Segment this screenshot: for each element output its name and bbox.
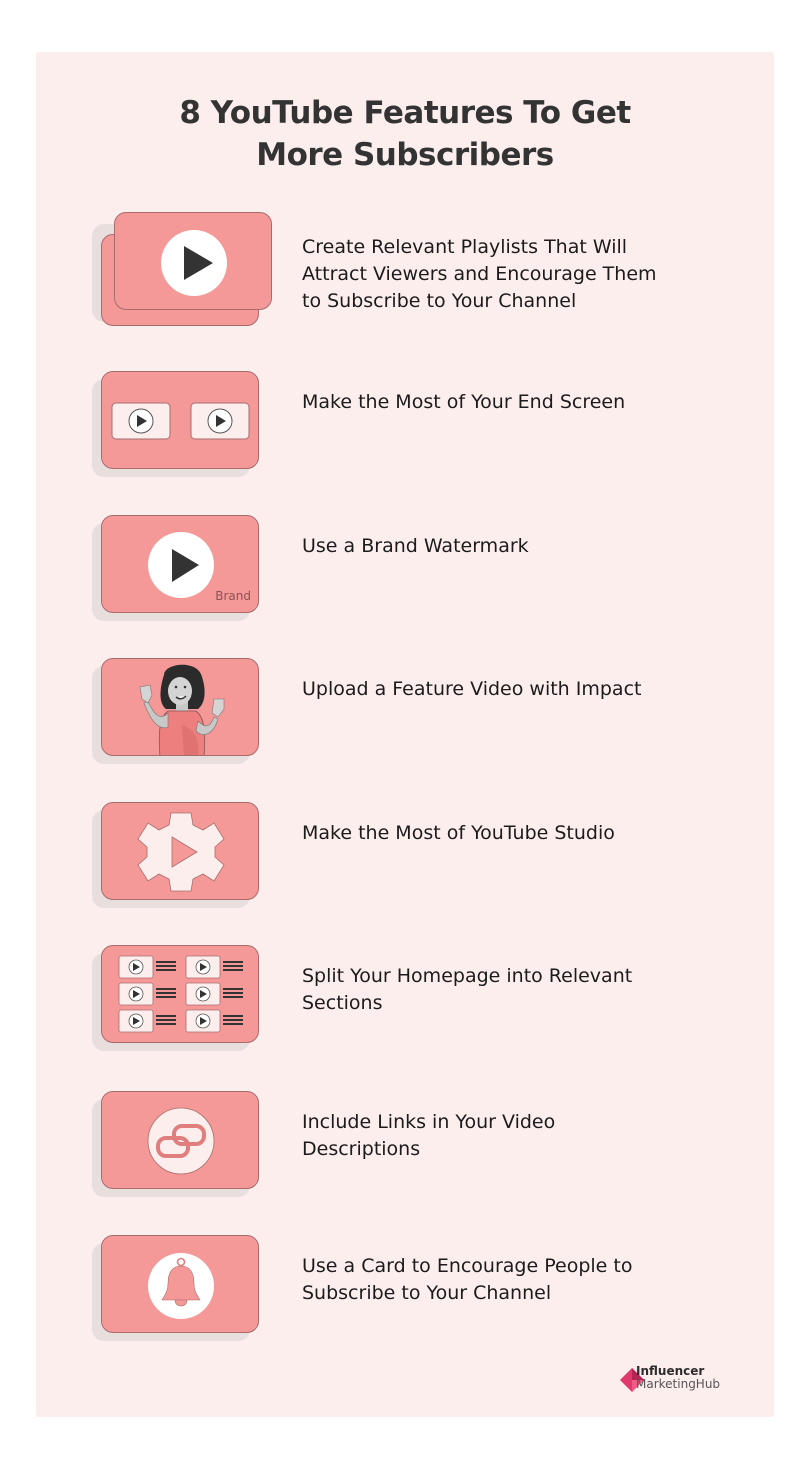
feature-label-line: to Subscribe to Your Channel — [302, 290, 577, 312]
feature-label: Upload a Feature Video with Impact — [302, 678, 642, 700]
feature-item: Create Relevant Playlists That Will Attr… — [92, 212, 732, 326]
feature-label: Use a Card to Encourage People to Subscr… — [302, 1253, 722, 1307]
section-video-tile — [185, 982, 243, 1006]
section-video-tile — [118, 955, 176, 979]
feature-label-line: Create Relevant Playlists That Will — [302, 236, 628, 258]
feature-label: Make the Most of Your End Screen — [302, 391, 626, 413]
feature-label-line: Descriptions — [302, 1138, 421, 1160]
brand-watermark-text: Brand — [215, 589, 251, 603]
feature-label: Include Links in Your Video Descriptions — [302, 1109, 722, 1163]
feature-item: Split Your Homepage into Relevant Sectio… — [92, 945, 732, 1055]
page-title: 8 YouTube Features To Get More Subscribe… — [0, 92, 810, 176]
playlist-play-icon — [114, 212, 272, 310]
feature-label-line: Sections — [302, 992, 383, 1014]
watermark-play-icon: Brand — [101, 515, 259, 613]
section-video-tile — [185, 1009, 243, 1033]
section-video-tile — [118, 982, 176, 1006]
feature-item: Brand Use a Brand Watermark — [92, 515, 732, 625]
title-line-2: More Subscribers — [256, 137, 554, 173]
studio-gear-icon — [101, 802, 259, 900]
title-line-1: 8 YouTube Features To Get — [179, 95, 631, 131]
end-screen-icon — [101, 371, 259, 469]
feature-label-line: Include Links in Your Video — [302, 1111, 556, 1133]
feature-label: Create Relevant Playlists That Will Attr… — [302, 234, 722, 315]
feature-label: Split Your Homepage into Relevant Sectio… — [302, 963, 722, 1017]
homepage-sections-icon — [101, 945, 259, 1043]
feature-item: Upload a Feature Video with Impact — [92, 658, 732, 768]
bell-icon — [101, 1235, 259, 1333]
logo-text-line1: Influencer — [636, 1364, 705, 1378]
feature-label-line: Attract Viewers and Encourage Them — [302, 263, 657, 285]
section-video-tile — [185, 955, 243, 979]
feature-label-line: Split Your Homepage into Relevant — [302, 965, 633, 987]
influencer-marketing-hub-logo[interactable]: Influencer MarketingHub — [620, 1362, 750, 1396]
link-chain-icon — [101, 1091, 259, 1189]
feature-item: Make the Most of YouTube Studio — [92, 802, 732, 912]
logo-text-line2: MarketingHub — [636, 1377, 721, 1391]
feature-label-line: Subscribe to Your Channel — [302, 1282, 552, 1304]
feature-label: Use a Brand Watermark — [302, 535, 529, 557]
feature-label: Make the Most of YouTube Studio — [302, 822, 615, 844]
feature-item: Include Links in Your Video Descriptions — [92, 1091, 732, 1201]
section-video-tile — [118, 1009, 176, 1033]
feature-item: Use a Card to Encourage People to Subscr… — [92, 1235, 732, 1345]
feature-item: Make the Most of Your End Screen — [92, 371, 732, 481]
feature-label-line: Use a Card to Encourage People to — [302, 1255, 633, 1277]
woman-waving-illustration — [101, 658, 259, 756]
